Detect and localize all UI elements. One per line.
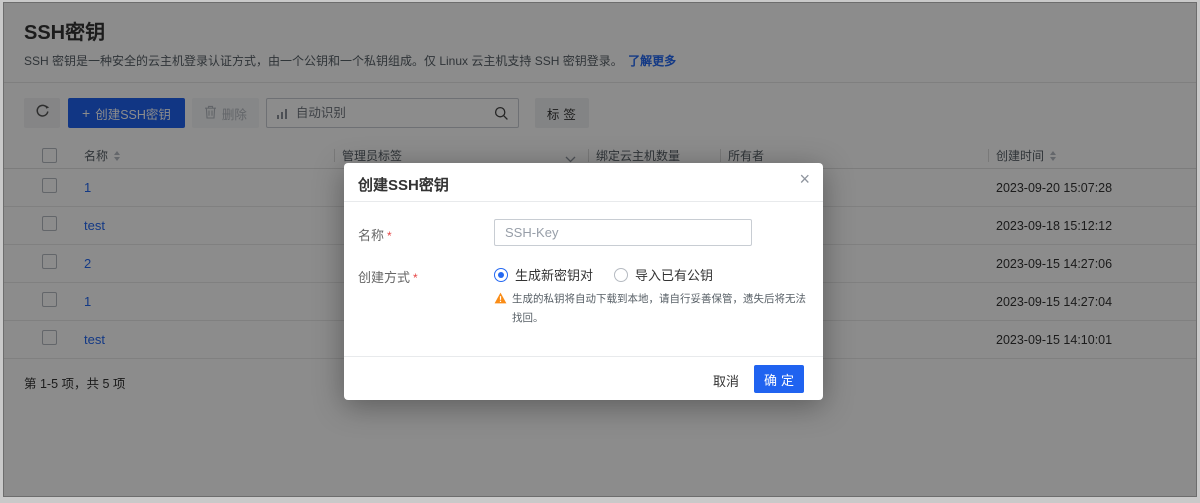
modal-header: 创建SSH密钥 ×	[344, 163, 823, 202]
cancel-button[interactable]: 取消	[713, 371, 739, 390]
ssh-key-console-screen: SSH密钥 SSH 密钥是一种安全的云主机登录认证方式，由一个公钥和一个私钥组成…	[0, 0, 1200, 503]
radio-import-label: 导入已有公钥	[635, 265, 713, 284]
name-label-text: 名称	[358, 228, 384, 243]
create-ssh-key-modal: 创建SSH密钥 × 名称* 创建方式* 生成新密钥对 导入已有公钥 生成的私钥将…	[344, 163, 823, 400]
key-name-input[interactable]	[494, 219, 752, 246]
warning-text: 生成的私钥将自动下载到本地，请自行妥善保管，遗失后将无法找回。	[494, 290, 810, 328]
radio-import-public-key[interactable]	[614, 268, 628, 282]
warning-icon	[494, 292, 507, 304]
private-key-warning: 生成的私钥将自动下载到本地，请自行妥善保管，遗失后将无法找回。	[494, 290, 810, 328]
creation-method-radio-group: 生成新密钥对 导入已有公钥	[494, 265, 713, 284]
modal-title: 创建SSH密钥	[358, 174, 449, 195]
modal-footer: 取消 确定	[344, 356, 823, 400]
method-label-text: 创建方式	[358, 270, 410, 285]
required-mark: *	[387, 229, 392, 243]
close-icon[interactable]: ×	[799, 170, 810, 188]
radio-generate-new-keypair[interactable]	[494, 268, 508, 282]
method-field-label: 创建方式*	[358, 267, 418, 286]
radio-generate-label: 生成新密钥对	[515, 265, 593, 284]
confirm-button[interactable]: 确定	[754, 365, 804, 393]
name-field-label: 名称*	[358, 225, 392, 244]
required-mark: *	[413, 271, 418, 285]
